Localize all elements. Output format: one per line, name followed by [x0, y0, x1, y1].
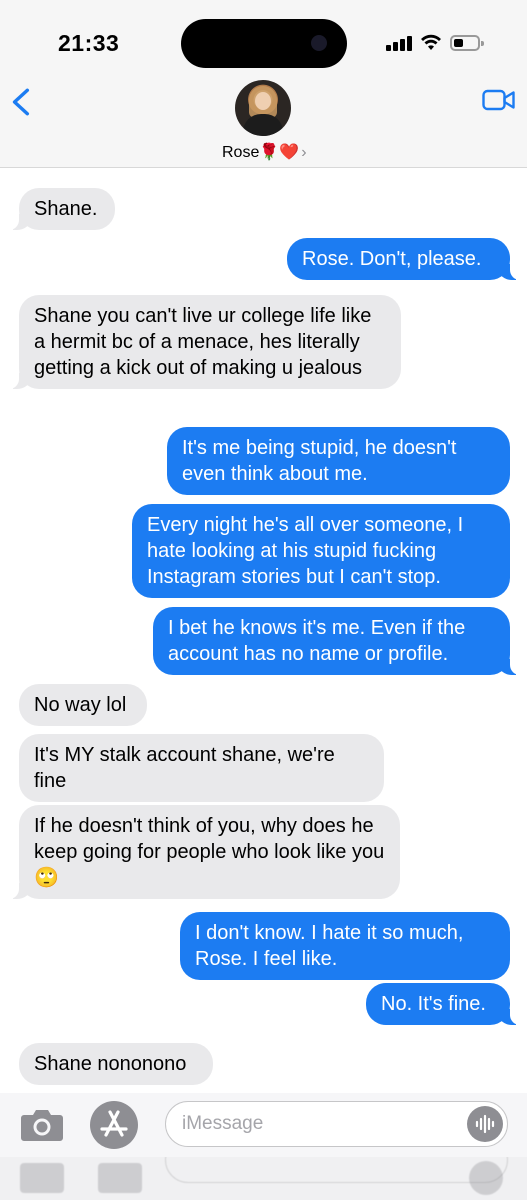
chevron-left-icon[interactable]	[6, 86, 38, 118]
audio-waveform-icon[interactable]	[467, 1106, 503, 1142]
message-bubble-incoming[interactable]: Shane.	[9, 188, 115, 230]
message-bubble-outgoing[interactable]: I bet he knows it's me. Even if the acco…	[153, 607, 520, 675]
battery-icon	[450, 35, 484, 51]
imessage-input[interactable]	[165, 1101, 508, 1147]
message-bubble-outgoing[interactable]: Rose. Don't, please.	[287, 238, 520, 280]
message-composer	[0, 1093, 527, 1157]
message-bubble-incoming[interactable]: If he doesn't think of you, why does he …	[9, 805, 400, 899]
message-bubble-incoming[interactable]: Shane nononono	[19, 1043, 213, 1085]
message-bubble-outgoing[interactable]: It's me being stupid, he doesn't even th…	[167, 427, 510, 495]
contact-name-label: Rose🌹❤️	[222, 144, 300, 161]
message-bubble-outgoing[interactable]: Every night he's all over someone, I hat…	[132, 504, 510, 598]
message-bubble-outgoing[interactable]: I don't know. I hate it so much, Rose. I…	[180, 912, 510, 980]
chevron-right-icon: ›	[301, 144, 307, 161]
contact-name[interactable]: Rose🌹❤️ ›	[222, 142, 307, 162]
app-tray-strip	[0, 1157, 527, 1200]
message-bubble-incoming[interactable]: Shane you can't live ur college life lik…	[9, 295, 401, 389]
message-list[interactable]: Shane. Rose. Don't, please. Shane you ca…	[0, 168, 527, 1093]
avatar[interactable]	[235, 80, 291, 136]
conversation-header: Rose🌹❤️ ›	[0, 80, 527, 168]
status-bar: 21:33	[0, 0, 527, 90]
cellular-signal-icon	[386, 35, 412, 51]
dynamic-island	[181, 19, 347, 68]
wifi-icon	[421, 34, 441, 50]
app-store-icon[interactable]	[90, 1101, 138, 1149]
message-text-field[interactable]	[182, 1110, 452, 1138]
message-bubble-incoming[interactable]: No way lol	[19, 684, 147, 726]
message-bubble-outgoing[interactable]: No. It's fine.	[366, 983, 520, 1025]
message-bubble-incoming[interactable]: It's MY stalk account shane, we're fine	[19, 734, 384, 802]
video-camera-icon[interactable]	[482, 88, 516, 112]
status-time: 21:33	[58, 30, 120, 56]
camera-icon[interactable]	[20, 1106, 64, 1142]
